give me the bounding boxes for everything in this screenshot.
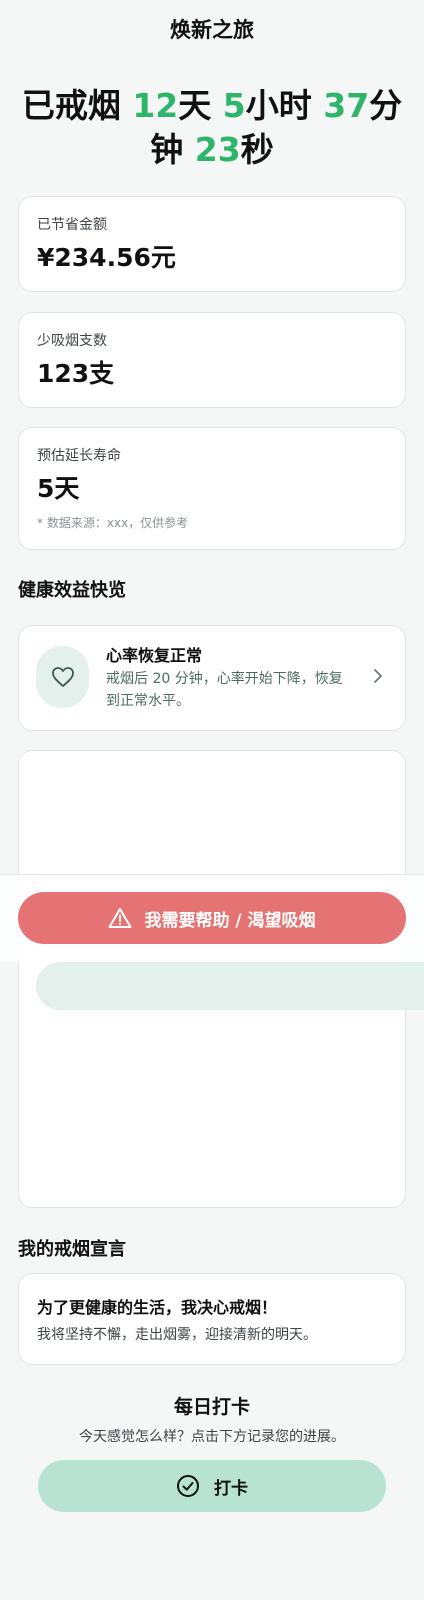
app-title: 焕新之旅 <box>170 18 254 42</box>
cigarettes-avoided-card: 少吸烟支数 123支 <box>18 312 406 408</box>
timer-seconds-unit: 秒 <box>240 130 274 169</box>
pledge-section-title: 我的戒烟宣言 <box>18 1239 126 1260</box>
warning-icon <box>108 908 132 928</box>
help-button-label: 我需要帮助 / 渴望吸烟 <box>144 910 316 931</box>
timer-prefix: 已戒烟 <box>21 86 121 125</box>
money-saved-label: 已节省金额 <box>37 217 107 233</box>
data-source-note: * 数据来源：xxx，仅供参考 <box>37 516 189 530</box>
check-circle-icon <box>177 1475 199 1497</box>
checkin-title: 每日打卡 <box>173 1396 250 1418</box>
timer-days: 12 <box>132 86 179 125</box>
lifespan-card: 预估延长寿命 5天 * 数据来源：xxx，仅供参考 <box>18 427 406 550</box>
heart-icon <box>51 667 74 687</box>
help-button[interactable]: 我需要帮助 / 渴望吸烟 <box>18 892 406 944</box>
benefit-description: 戒烟后 20 分钟，心率开始下降，恢复到正常水平。 <box>106 671 343 709</box>
money-saved-value: ¥234.56元 <box>37 243 176 272</box>
quit-timer: 已戒烟 12天 5小时 37分钟 23秒 <box>10 84 414 172</box>
timer-hours-unit: 小时 <box>245 86 312 125</box>
checkin-button-label: 打卡 <box>214 1478 248 1499</box>
timer-seconds: 23 <box>194 130 241 169</box>
health-section-title: 健康效益快览 <box>18 580 126 601</box>
lifespan-value: 5天 <box>37 474 80 503</box>
cigarettes-avoided-value: 123支 <box>37 359 115 388</box>
timer-hours: 5 <box>222 86 246 125</box>
benefit-card[interactable]: 心率恢复正常 戒烟后 20 分钟，心率开始下降，恢复到正常水平。 <box>18 625 406 731</box>
timer-minutes: 37 <box>323 86 370 125</box>
pledge-card: 为了更健康的生活，我决心戒烟！ 我将坚持不懈，走出烟雾，迎接清新的明天。 <box>18 1273 406 1365</box>
pledge-title: 为了更健康的生活，我决心戒烟！ <box>37 1298 278 1317</box>
chevron-right-icon <box>374 669 382 683</box>
checkin-subtitle: 今天感觉怎么样？点击下方记录您的进展。 <box>79 1429 345 1445</box>
cigarettes-avoided-label: 少吸烟支数 <box>37 333 107 349</box>
timer-days-unit: 天 <box>178 86 212 125</box>
carousel-item-placeholder <box>36 962 424 1010</box>
benefit-title: 心率恢复正常 <box>106 646 203 665</box>
pledge-text: 我将坚持不懈，走出烟雾，迎接清新的明天。 <box>37 1327 317 1343</box>
checkin-button[interactable]: 打卡 <box>38 1460 386 1512</box>
benefit-icon-badge <box>36 646 89 708</box>
lifespan-label: 预估延长寿命 <box>37 448 121 464</box>
money-saved-card: 已节省金额 ¥234.56元 <box>18 196 406 292</box>
